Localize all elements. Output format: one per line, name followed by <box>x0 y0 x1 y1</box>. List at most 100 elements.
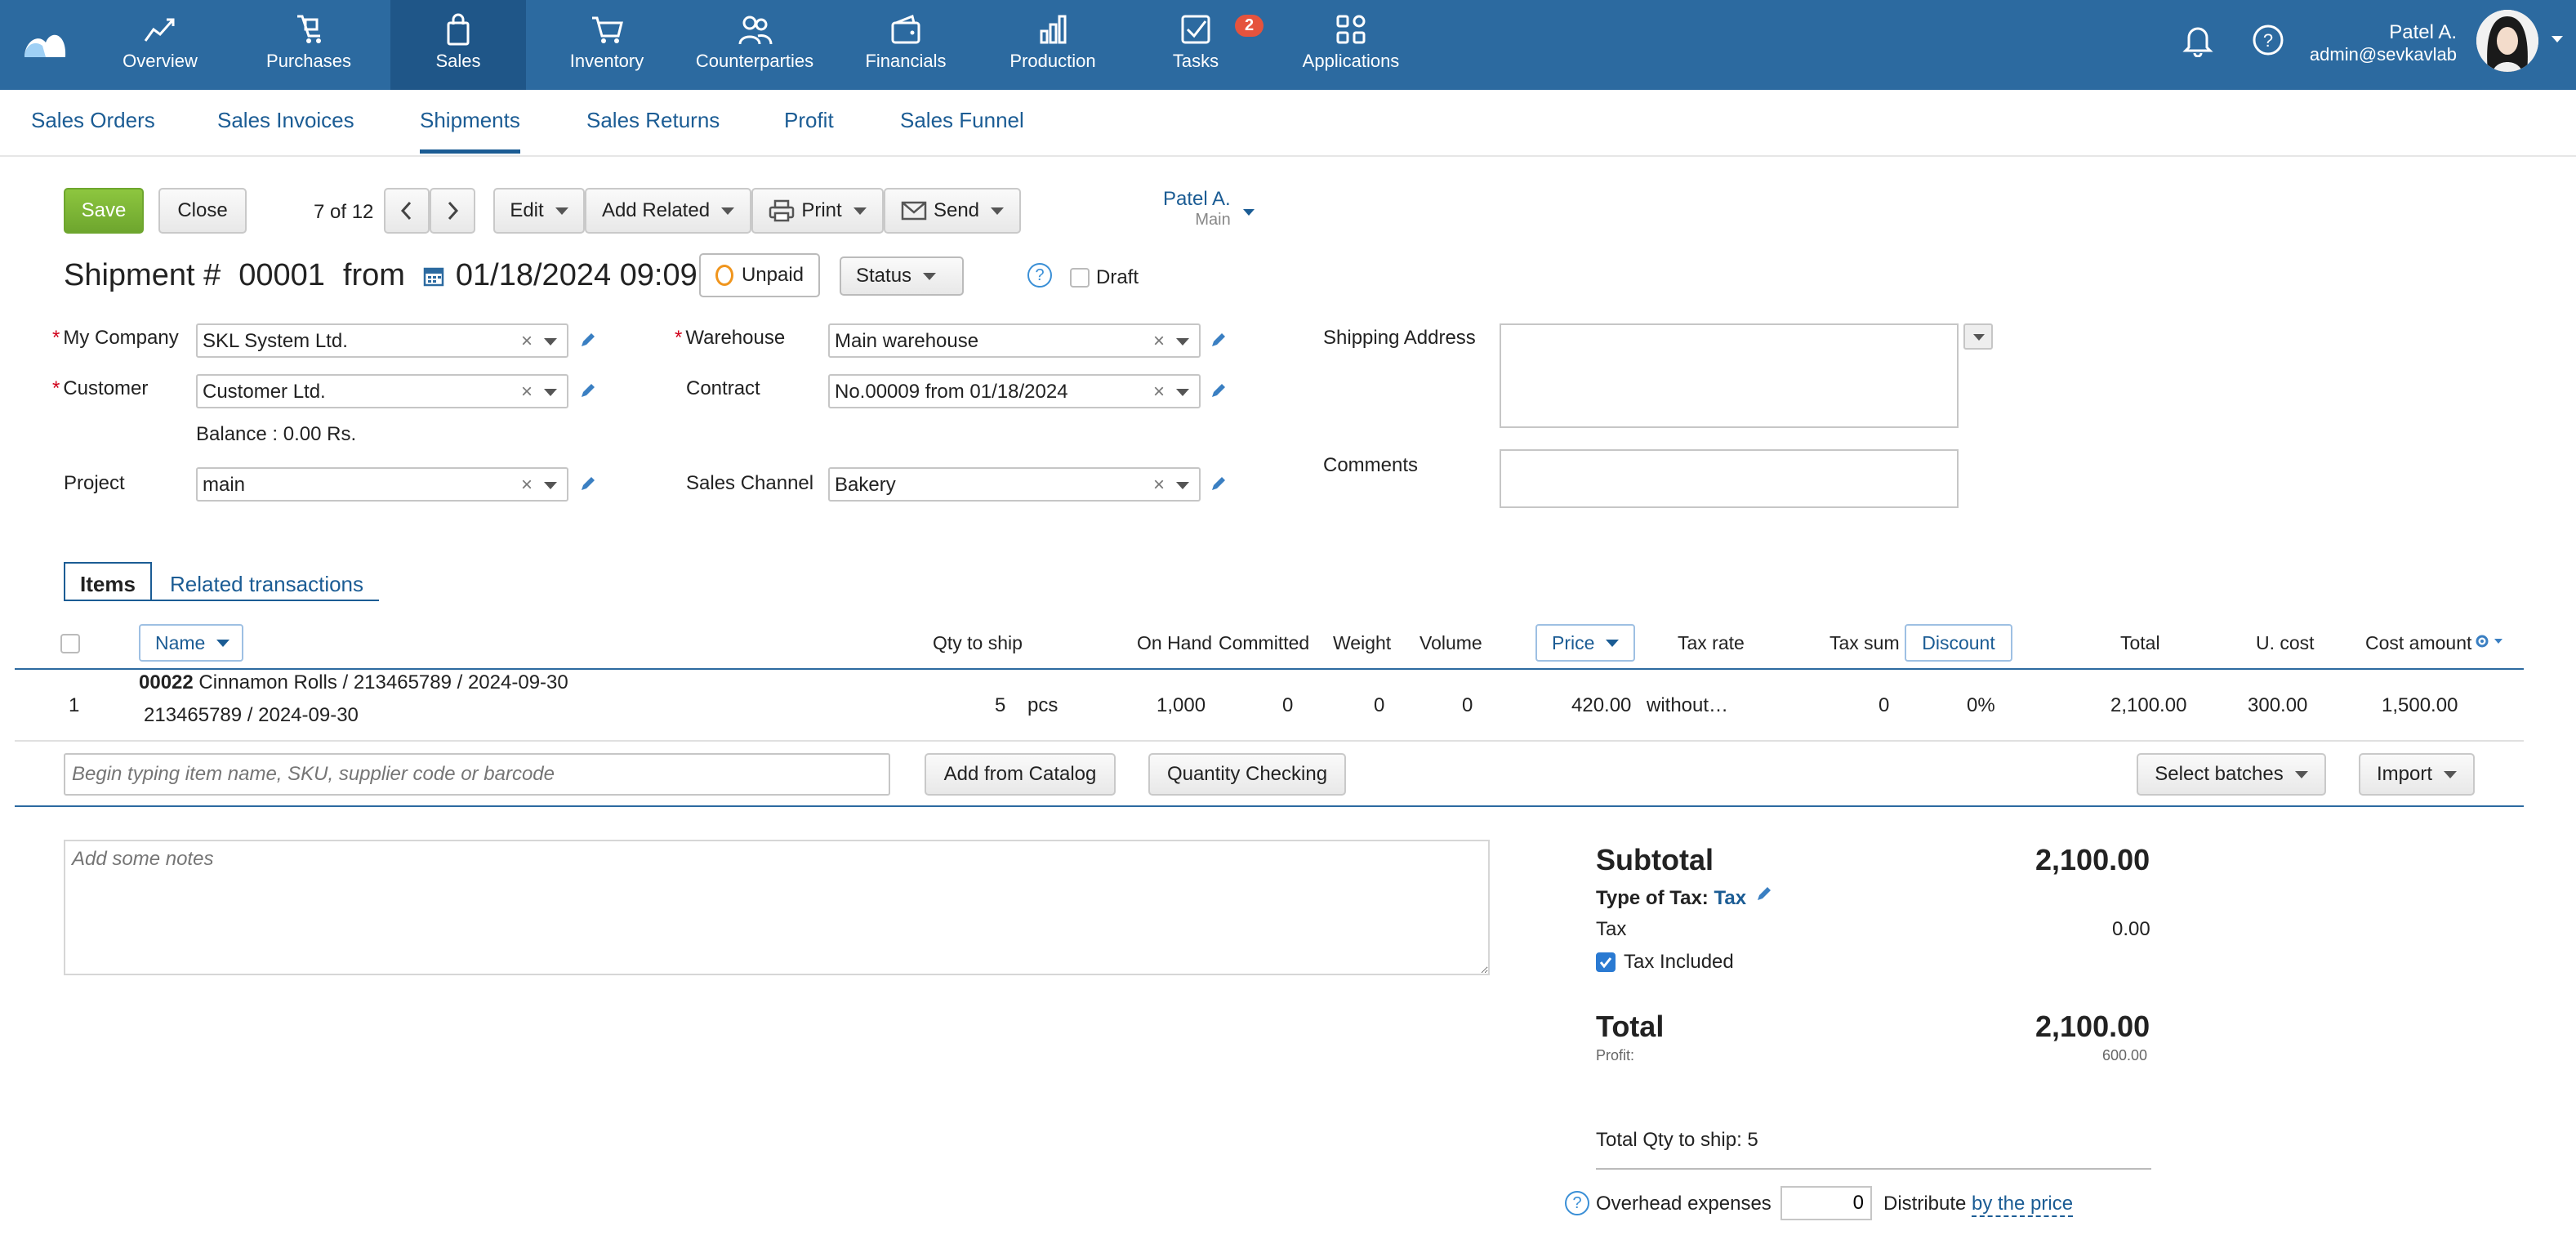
print-button[interactable]: Print <box>751 188 884 234</box>
comments-input[interactable] <box>1500 449 1959 508</box>
nav-financials[interactable]: Financials <box>861 0 951 90</box>
calendar-icon[interactable] <box>423 265 444 287</box>
subnav-profit[interactable]: Profit <box>784 108 834 149</box>
document-date[interactable]: 01/18/2024 09:09 <box>456 258 697 293</box>
select-all-checkbox[interactable] <box>60 634 80 653</box>
help-icon[interactable]: ? <box>2251 23 2285 57</box>
chevron-down-icon[interactable] <box>544 482 557 489</box>
subnav-shipments[interactable]: Shipments <box>420 108 520 154</box>
project-value: main <box>203 474 246 496</box>
save-button[interactable]: Save <box>64 188 144 234</box>
pencil-icon[interactable] <box>1209 381 1228 400</box>
user-name: Patel A. <box>2389 21 2457 43</box>
send-button[interactable]: Send <box>884 188 1021 234</box>
price-column-selector[interactable]: Price <box>1535 624 1635 662</box>
owner-caret-icon[interactable] <box>1243 209 1255 216</box>
tax-included-checkbox[interactable] <box>1596 952 1616 972</box>
discount-value[interactable]: 0% <box>1967 694 1995 717</box>
my-company-field[interactable]: SKL System Ltd. × <box>196 323 568 358</box>
close-button[interactable]: Close <box>158 188 247 234</box>
select-batches-button[interactable]: Select batches <box>2137 753 2326 796</box>
title-from: from <box>342 258 405 292</box>
user-menu-caret-icon[interactable] <box>2551 36 2563 42</box>
customer-field[interactable]: Customer Ltd. × <box>196 374 568 408</box>
people-icon <box>738 16 773 45</box>
payment-status-button[interactable]: Unpaid <box>699 253 820 297</box>
subnav-sales-funnel[interactable]: Sales Funnel <box>900 108 1024 149</box>
distribute-method-link[interactable]: by the price <box>1972 1193 2074 1217</box>
avatar[interactable] <box>2476 10 2538 72</box>
import-button[interactable]: Import <box>2359 753 2475 796</box>
project-field[interactable]: main × <box>196 467 568 502</box>
qty-to-ship-value[interactable]: 5 <box>995 694 1005 717</box>
name-column-sort[interactable]: Name <box>139 624 243 662</box>
shipping-address-dropdown[interactable] <box>1963 323 1993 350</box>
help-icon[interactable]: ? <box>1027 263 1052 288</box>
item-name[interactable]: 00022 Cinnamon Rolls / 213465789 / 2024-… <box>139 671 568 694</box>
pencil-icon[interactable] <box>578 474 598 493</box>
bell-icon[interactable] <box>2181 23 2215 57</box>
quantity-checking-button[interactable]: Quantity Checking <box>1148 753 1346 796</box>
pencil-icon[interactable] <box>1209 330 1228 350</box>
chevron-down-icon[interactable] <box>1176 338 1189 346</box>
total-qty-to-ship: Total Qty to ship: 5 <box>1596 1129 1758 1151</box>
sales-channel-field[interactable]: Bakery × <box>828 467 1201 502</box>
tab-items[interactable]: Items <box>64 562 152 601</box>
clear-icon[interactable]: × <box>521 474 533 497</box>
nav-inventory[interactable]: Inventory <box>564 0 650 90</box>
apps-grid-icon <box>1336 15 1366 44</box>
logo-icon[interactable] <box>21 21 69 60</box>
table-row[interactable]: 1 00022 Cinnamon Rolls / 213465789 / 202… <box>15 670 2524 740</box>
subnav-sales-invoices[interactable]: Sales Invoices <box>217 108 354 149</box>
subnav-sales-returns[interactable]: Sales Returns <box>586 108 720 149</box>
total-header: Total <box>2120 632 2160 653</box>
pencil-icon[interactable] <box>1754 884 1774 903</box>
shipping-address-input[interactable] <box>1500 323 1959 428</box>
clear-icon[interactable]: × <box>1153 474 1165 497</box>
chevron-down-icon[interactable] <box>544 389 557 396</box>
pencil-icon[interactable] <box>578 330 598 350</box>
price-value[interactable]: 420.00 <box>1571 694 1631 717</box>
clear-icon[interactable]: × <box>521 381 533 404</box>
add-from-catalog-button[interactable]: Add from Catalog <box>925 753 1116 796</box>
nav-applications[interactable]: Applications <box>1295 0 1406 90</box>
warehouse-field[interactable]: Main warehouse × <box>828 323 1201 358</box>
status-dropdown[interactable]: Status <box>840 256 964 296</box>
document-number[interactable]: 00001 <box>238 258 325 293</box>
nav-counterparties[interactable]: Counterparties <box>693 0 817 90</box>
tax-rate-value[interactable]: without… <box>1647 694 1728 717</box>
item-search-input[interactable] <box>64 753 890 796</box>
chevron-down-icon[interactable] <box>1176 482 1189 489</box>
owner-selector[interactable]: Patel A. Main <box>1163 188 1231 230</box>
add-related-button[interactable]: Add Related <box>585 188 751 234</box>
type-of-tax-link[interactable]: Tax <box>1714 887 1746 909</box>
chevron-down-icon[interactable] <box>544 338 557 346</box>
notes-textarea[interactable] <box>64 840 1490 975</box>
payment-status-label: Unpaid <box>741 264 804 286</box>
on-hand-header: On Hand <box>1137 632 1213 653</box>
nav-production[interactable]: Production <box>1006 0 1099 90</box>
subnav-sales-orders[interactable]: Sales Orders <box>31 108 155 149</box>
draft-checkbox[interactable] <box>1070 268 1090 288</box>
weight-header: Weight <box>1333 632 1392 653</box>
nav-overview[interactable]: Overview <box>114 0 206 90</box>
next-record-button[interactable] <box>430 188 475 234</box>
contract-field[interactable]: No.00009 from 01/18/2024 × <box>828 374 1201 408</box>
nav-purchases[interactable]: Purchases <box>260 0 358 90</box>
column-settings-icon[interactable] <box>2475 634 2504 650</box>
user-menu[interactable]: Patel A. admin@sevkavlab <box>2310 21 2457 65</box>
overhead-expenses-input[interactable] <box>1780 1186 1872 1220</box>
clear-icon[interactable]: × <box>521 330 533 353</box>
help-icon[interactable]: ? <box>1565 1191 1589 1215</box>
clear-icon[interactable]: × <box>1153 381 1165 404</box>
nav-sales[interactable]: Sales <box>390 0 526 90</box>
previous-record-button[interactable] <box>384 188 430 234</box>
chevron-down-icon <box>1606 639 1620 647</box>
discount-column-button[interactable]: Discount <box>1905 624 2012 662</box>
nav-tasks[interactable]: Tasks 2 <box>1157 0 1264 90</box>
pencil-icon[interactable] <box>1209 474 1228 493</box>
pencil-icon[interactable] <box>578 381 598 400</box>
edit-menu-button[interactable]: Edit <box>493 188 585 234</box>
clear-icon[interactable]: × <box>1153 330 1165 353</box>
chevron-down-icon[interactable] <box>1176 389 1189 396</box>
